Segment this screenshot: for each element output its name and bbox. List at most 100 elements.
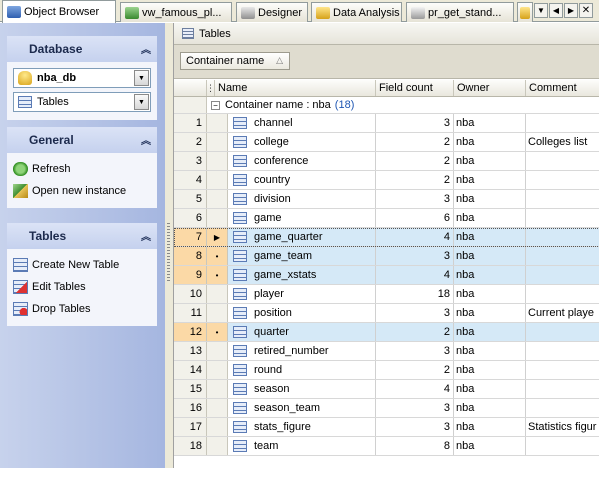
cell-owner[interactable]: nba [454,361,526,379]
cell-field-count[interactable]: 4 [376,380,454,398]
cell-field-count[interactable]: 3 [376,418,454,436]
column-header-owner[interactable]: Owner [454,80,526,96]
cell-field-count[interactable]: 3 [376,247,454,265]
database-group-header[interactable]: Database ︽ [7,36,157,62]
object-type-select[interactable]: Tables ▼ [13,92,151,112]
collapse-group-icon[interactable]: − [211,100,220,110]
cell-comment[interactable] [526,228,599,246]
cell-owner[interactable]: nba [454,228,526,246]
cell-comment[interactable]: Colleges list [526,133,599,151]
column-chooser-icon[interactable]: ⋮ [207,80,215,96]
cell-field-count[interactable]: 3 [376,114,454,132]
cell-field-count[interactable]: 2 [376,133,454,151]
cell-name[interactable]: college [228,133,376,151]
cell-comment[interactable] [526,171,599,189]
table-row[interactable]: 8 • game_team 3 nba [174,247,599,266]
cell-comment[interactable] [526,399,599,417]
table-row[interactable]: 18 team 8 nba [174,437,599,456]
collapse-chevron-icon[interactable]: ︽ [141,41,151,56]
tab-view[interactable]: vw_famous_pl... [120,2,232,22]
cell-name[interactable]: retired_number [228,342,376,360]
tab-scroll-left-icon[interactable]: ◀ [549,3,563,18]
cell-field-count[interactable]: 3 [376,342,454,360]
cell-name[interactable]: division [228,190,376,208]
cell-field-count[interactable]: 2 [376,361,454,379]
cell-comment[interactable]: Current playe [526,304,599,322]
cell-comment[interactable]: Statistics figur [526,418,599,436]
tab-designer[interactable]: Designer [236,2,308,22]
panel-splitter[interactable] [165,23,173,482]
cell-field-count[interactable]: 18 [376,285,454,303]
table-row[interactable]: 15 season 4 nba [174,380,599,399]
cell-owner[interactable]: nba [454,247,526,265]
cell-owner[interactable]: nba [454,323,526,341]
column-header-name[interactable]: Name [215,80,376,96]
cell-owner[interactable]: nba [454,342,526,360]
table-row[interactable]: 7 ▶ game_quarter 4 nba [174,228,599,247]
table-row[interactable]: 13 retired_number 3 nba [174,342,599,361]
cell-comment[interactable] [526,323,599,341]
cell-comment[interactable] [526,342,599,360]
cell-name[interactable]: player [228,285,376,303]
dropdown-arrow-icon[interactable]: ▼ [134,94,149,110]
cell-field-count[interactable]: 2 [376,323,454,341]
dropdown-arrow-icon[interactable]: ▼ [134,70,149,86]
table-row[interactable]: 5 division 3 nba [174,190,599,209]
cell-comment[interactable] [526,437,599,455]
cell-owner[interactable]: nba [454,399,526,417]
cell-comment[interactable] [526,285,599,303]
open-new-instance-link[interactable]: Open new instance [13,180,151,202]
tab-list-dropdown-icon[interactable]: ▼ [534,3,548,18]
cell-comment[interactable] [526,209,599,227]
table-row[interactable]: 6 game 6 nba [174,209,599,228]
tables-group-header[interactable]: Tables ︽ [7,223,157,249]
table-row[interactable]: 17 stats_figure 3 nba Statistics figur [174,418,599,437]
cell-owner[interactable]: nba [454,171,526,189]
cell-name[interactable]: game_quarter [228,228,376,246]
group-by-panel[interactable]: Container name △ [174,45,599,79]
cell-owner[interactable]: nba [454,209,526,227]
table-row[interactable]: 4 country 2 nba [174,171,599,190]
edit-tables-link[interactable]: Edit Tables [13,276,151,298]
table-row[interactable]: 14 round 2 nba [174,361,599,380]
cell-comment[interactable] [526,380,599,398]
cell-name[interactable]: channel [228,114,376,132]
create-new-table-link[interactable]: Create New Table [13,254,151,276]
database-select[interactable]: nba_db ▼ [13,68,151,88]
cell-name[interactable]: season [228,380,376,398]
collapse-chevron-icon[interactable]: ︽ [141,228,151,243]
cell-field-count[interactable]: 2 [376,152,454,170]
table-row[interactable]: 11 position 3 nba Current playe [174,304,599,323]
general-group-header[interactable]: General ︽ [7,127,157,153]
cell-field-count[interactable]: 3 [376,399,454,417]
cell-owner[interactable]: nba [454,380,526,398]
table-row[interactable]: 3 conference 2 nba [174,152,599,171]
cell-field-count[interactable]: 2 [376,171,454,189]
cell-comment[interactable] [526,114,599,132]
table-row[interactable]: 1 channel 3 nba [174,114,599,133]
tab-object-browser[interactable]: Object Browser [2,0,116,23]
cell-owner[interactable]: nba [454,285,526,303]
tab-overflow[interactable] [517,2,533,22]
cell-field-count[interactable]: 4 [376,228,454,246]
tab-scroll-right-icon[interactable]: ▶ [564,3,578,18]
cell-name[interactable]: game_team [228,247,376,265]
cell-comment[interactable] [526,152,599,170]
tab-data-analysis[interactable]: Data Analysis [311,2,402,22]
refresh-link[interactable]: Refresh [13,158,151,180]
cell-comment[interactable] [526,361,599,379]
group-by-column-chip[interactable]: Container name △ [180,52,290,70]
cell-owner[interactable]: nba [454,152,526,170]
cell-comment[interactable] [526,266,599,284]
table-row[interactable]: 9 • game_xstats 4 nba [174,266,599,285]
cell-comment[interactable] [526,247,599,265]
table-row[interactable]: 12 • quarter 2 nba [174,323,599,342]
drop-tables-link[interactable]: Drop Tables [13,298,151,320]
cell-name[interactable]: round [228,361,376,379]
cell-owner[interactable]: nba [454,437,526,455]
close-icon[interactable]: ✕ [579,3,593,18]
table-row[interactable]: 10 player 18 nba [174,285,599,304]
column-header-comment[interactable]: Comment [526,80,599,96]
cell-owner[interactable]: nba [454,114,526,132]
collapse-chevron-icon[interactable]: ︽ [141,132,151,147]
